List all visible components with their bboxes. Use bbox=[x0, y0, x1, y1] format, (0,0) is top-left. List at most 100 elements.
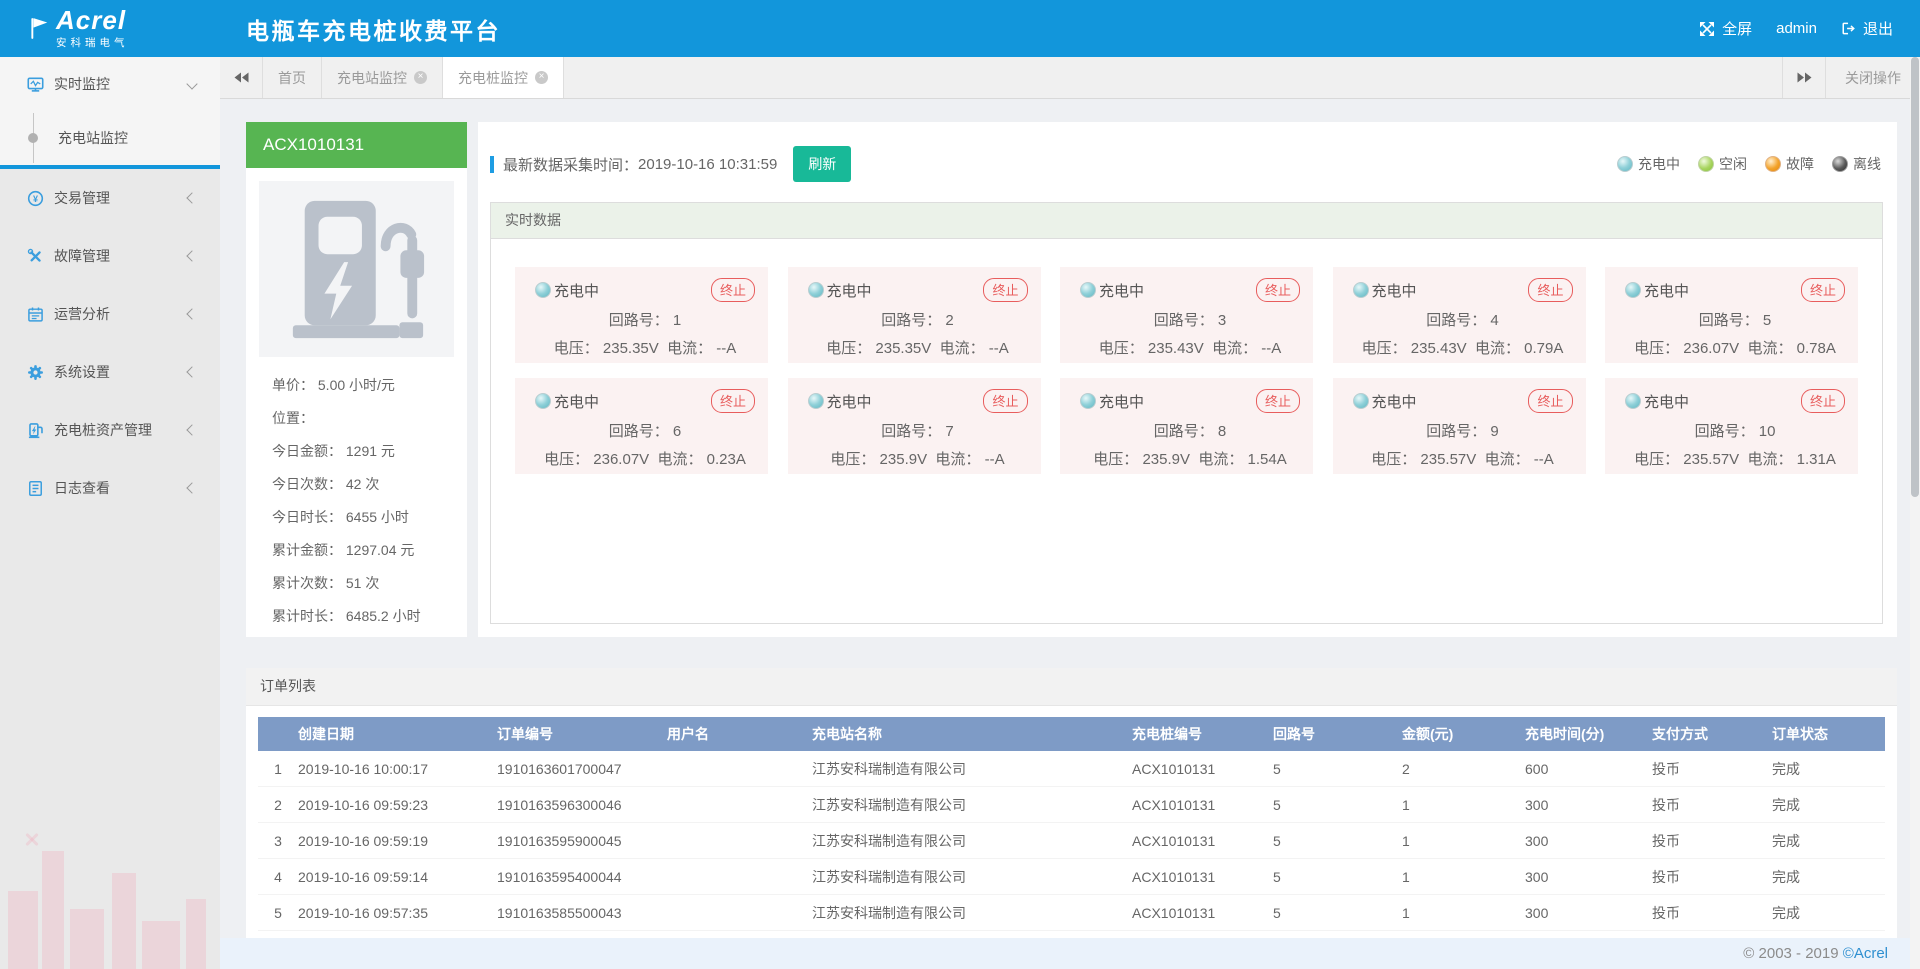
logout-icon bbox=[1841, 21, 1856, 36]
city-decoration bbox=[0, 809, 220, 969]
fullscreen-button[interactable]: 全屏 bbox=[1699, 18, 1752, 39]
circuit-card-top: 充电中终止 bbox=[808, 389, 1028, 413]
tab-bar: 首页充电站监控 × 充电桩监控 × 关闭操作 bbox=[220, 57, 1920, 99]
order-cell: 1910163601700047 bbox=[497, 751, 667, 787]
circuit-readings: 电压： 236.07V 电流： 0.78A bbox=[1625, 337, 1845, 358]
chevron-left-icon bbox=[186, 366, 197, 377]
page-title: 电瓶车充电桩收费平台 bbox=[246, 12, 501, 46]
logout-button[interactable]: 退出 bbox=[1841, 18, 1893, 39]
terminate-button[interactable]: 终止 bbox=[1256, 389, 1300, 413]
sidebar-item-pile-asset-mgmt[interactable]: 充电桩资产管理 bbox=[0, 401, 220, 459]
page-scrollbar bbox=[1910, 57, 1920, 969]
legend-label: 充电中 bbox=[1638, 154, 1680, 174]
chevron-left-icon bbox=[186, 250, 197, 261]
scrollbar-thumb[interactable] bbox=[1911, 57, 1919, 497]
terminate-button[interactable]: 终止 bbox=[1801, 389, 1845, 413]
sidebar-item-realtime-monitor[interactable]: 实时监控 bbox=[0, 57, 220, 111]
tab-station-monitor[interactable]: 充电站监控 × bbox=[322, 57, 443, 98]
circuit-card-9: 充电中终止回路号： 9电压： 235.57V 电流： --A bbox=[1333, 378, 1586, 474]
order-cell: 江苏安科瑞制造有限公司 bbox=[812, 895, 1132, 931]
charging-pile-icon bbox=[283, 195, 431, 343]
order-cell: 1 bbox=[1402, 895, 1525, 931]
order-cell: 2019-10-16 10:00:17 bbox=[298, 751, 497, 787]
brand-link[interactable]: ©Acrel bbox=[1843, 945, 1888, 962]
realtime-monitor-panel: 最新数据采集时间： 2019-10-16 10:31:59 刷新 充电中空闲故障… bbox=[478, 122, 1897, 637]
status-legend: 充电中空闲故障离线 bbox=[1617, 154, 1881, 174]
order-cell: 投币 bbox=[1652, 859, 1772, 895]
terminate-button[interactable]: 终止 bbox=[1256, 278, 1300, 302]
sidebar-item-log-view[interactable]: 日志查看 bbox=[0, 459, 220, 517]
legend-fault-icon bbox=[1765, 156, 1781, 172]
logout-label: 退出 bbox=[1863, 18, 1893, 39]
terminate-button[interactable]: 终止 bbox=[711, 278, 755, 302]
order-cell: 完成 bbox=[1772, 895, 1885, 931]
close-operations-button[interactable]: 关闭操作 bbox=[1825, 57, 1920, 98]
sidebar-item-fault-mgmt[interactable]: 故障管理 bbox=[0, 227, 220, 285]
terminate-button[interactable]: 终止 bbox=[1528, 389, 1572, 413]
refresh-button[interactable]: 刷新 bbox=[793, 146, 851, 182]
order-cell: 5 bbox=[1273, 787, 1402, 823]
circuit-status: 充电中 bbox=[1372, 391, 1417, 412]
chevron-left-icon bbox=[186, 424, 197, 435]
order-cell: 5 bbox=[1273, 751, 1402, 787]
order-cell bbox=[667, 895, 812, 931]
order-cell bbox=[667, 823, 812, 859]
sidebar: 实时监控充电站监控¥交易管理故障管理运营分析系统设置充电桩资产管理日志查看 bbox=[0, 57, 220, 969]
order-cell: 2019-10-16 09:59:23 bbox=[298, 787, 497, 823]
tabs-scroll-left-button[interactable] bbox=[220, 57, 263, 98]
circuit-card-top: 充电中 终止 bbox=[1353, 389, 1573, 413]
column-header: 回路号 bbox=[1273, 717, 1402, 751]
terminate-button[interactable]: 终止 bbox=[983, 389, 1027, 413]
legend-item-charging: 充电中 bbox=[1617, 154, 1680, 174]
order-row[interactable]: 42019-10-16 09:59:141910163595400044江苏安科… bbox=[258, 859, 1885, 895]
tab-label: 充电站监控 bbox=[337, 68, 407, 88]
terminate-button[interactable]: 终止 bbox=[711, 389, 755, 413]
pile-stat-line: 位置： bbox=[272, 402, 461, 435]
terminate-button[interactable]: 终止 bbox=[1801, 278, 1845, 302]
order-row[interactable]: 32019-10-16 09:59:191910163595900045江苏安科… bbox=[258, 823, 1885, 859]
sidebar-subitem-station-monitor[interactable]: 充电站监控 bbox=[0, 111, 220, 165]
legend-item-offline: 离线 bbox=[1832, 154, 1881, 174]
sidebar-group-realtime-monitor: 实时监控充电站监控 bbox=[0, 57, 220, 169]
circuit-number: 回路号： 10 bbox=[1625, 420, 1845, 441]
circuit-status: 充电中 bbox=[827, 280, 872, 301]
circuit-number: 回路号： 8 bbox=[1080, 420, 1300, 441]
circuit-card-10: 充电中终止回路号： 10电压： 235.57V 电流： 1.31A bbox=[1605, 378, 1858, 474]
sidebar-item-transaction-mgmt[interactable]: ¥交易管理 bbox=[0, 169, 220, 227]
column-header: 用户名 bbox=[667, 717, 812, 751]
circuit-card-top: 充电中终止 bbox=[535, 389, 755, 413]
charging-status-icon bbox=[535, 393, 551, 409]
sidebar-item-operation-analysis[interactable]: 运营分析 bbox=[0, 285, 220, 343]
tab-close-icon[interactable]: × bbox=[414, 71, 427, 84]
sidebar-item-label: 充电桩资产管理 bbox=[54, 420, 152, 440]
column-header: 充电时间(分) bbox=[1525, 717, 1652, 751]
tabbar-spacer bbox=[564, 57, 1782, 98]
username[interactable]: admin bbox=[1776, 20, 1817, 37]
tab-pile-monitor[interactable]: 充电桩监控 × bbox=[443, 57, 564, 98]
order-cell: 江苏安科瑞制造有限公司 bbox=[812, 823, 1132, 859]
tab-home[interactable]: 首页 bbox=[263, 57, 322, 98]
sidebar-subitem-label: 充电站监控 bbox=[58, 128, 128, 148]
tab-label: 充电桩监控 bbox=[458, 68, 528, 88]
terminate-button[interactable]: 终止 bbox=[983, 278, 1027, 302]
tab-close-icon[interactable]: × bbox=[535, 71, 548, 84]
svg-text:¥: ¥ bbox=[33, 193, 38, 203]
legend-item-idle: 空闲 bbox=[1698, 154, 1747, 174]
terminate-button[interactable]: 终止 bbox=[1528, 278, 1572, 302]
circuit-card-8: 充电中终止回路号： 8电压： 235.9V 电流： 1.54A bbox=[1060, 378, 1313, 474]
pile-id: ACX1010131 bbox=[246, 122, 467, 168]
circuit-number: 回路号： 1 bbox=[535, 309, 755, 330]
circuit-status: 充电中 bbox=[554, 280, 599, 301]
circuit-card-7: 充电中终止回路号： 7电压： 235.9V 电流： --A bbox=[788, 378, 1041, 474]
pile-stat-line: 今日金额： 1291 元 bbox=[272, 435, 461, 468]
order-cell: ACX1010131 bbox=[1132, 751, 1273, 787]
circuit-card-4: 充电中终止回路号： 4电压： 235.43V 电流： 0.79A bbox=[1333, 267, 1586, 363]
order-cell: 投币 bbox=[1652, 751, 1772, 787]
order-row[interactable]: 12019-10-16 10:00:171910163601700047江苏安科… bbox=[258, 751, 1885, 787]
circuit-status: 充电中 bbox=[1099, 391, 1144, 412]
order-row[interactable]: 52019-10-16 09:57:351910163585500043江苏安科… bbox=[258, 895, 1885, 931]
circuit-card-top: 充电中 终止 bbox=[535, 278, 755, 302]
sidebar-item-system-settings[interactable]: 系统设置 bbox=[0, 343, 220, 401]
tabs-scroll-right-button[interactable] bbox=[1782, 57, 1825, 98]
order-row[interactable]: 22019-10-16 09:59:231910163596300046江苏安科… bbox=[258, 787, 1885, 823]
